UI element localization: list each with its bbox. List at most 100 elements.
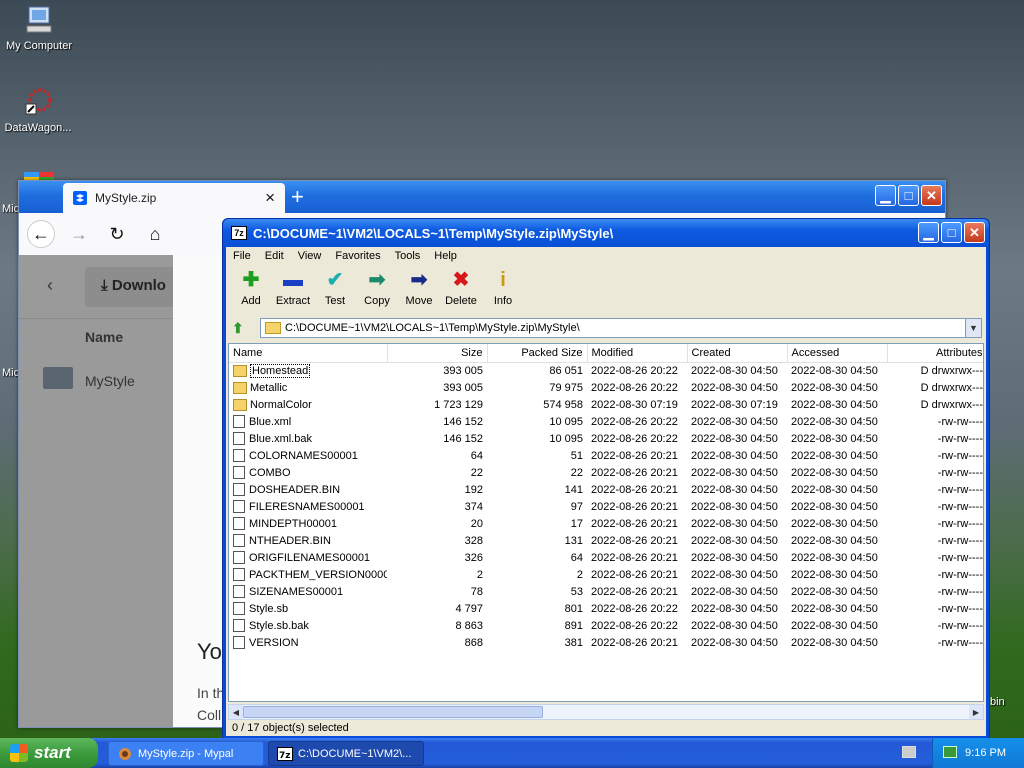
up-folder-icon[interactable]: ⬆ (232, 320, 250, 337)
table-row[interactable]: Homestead 393 005 86 051 2022-08-26 20:22 20… (229, 362, 983, 379)
toolbar-button-add[interactable]: ✚ Add (230, 265, 272, 317)
cell-packed: 891 (564, 619, 583, 632)
table-row[interactable]: NormalColor 1 723 129 574 958 2022-08-30 07… (229, 396, 983, 413)
cell-packed: 64 (570, 551, 583, 564)
close-button[interactable]: ✕ (921, 185, 942, 206)
cell-name: Homestead (229, 362, 387, 379)
toolbar-button-extract[interactable]: ▬ Extract (272, 265, 314, 317)
table-row[interactable]: Blue.xml.bak 146 152 10 095 2022-08-26 20:2… (229, 430, 983, 447)
start-button[interactable]: start (0, 738, 98, 768)
reload-icon[interactable]: ↻ (103, 220, 131, 248)
table-row[interactable]: COLORNAMES00001 64 51 2022-08-26 20:21 2022-… (229, 447, 983, 464)
scrollbar-thumb[interactable] (243, 706, 543, 718)
cell-modified: 2022-08-26 20:22 (591, 381, 678, 394)
forward-arrow-icon[interactable]: → (65, 220, 93, 248)
taskbar-button-7zip[interactable]: 7z C:\DOCUME~1\VM2\... (268, 741, 424, 766)
column-header-packed-size[interactable]: Packed Size (487, 344, 588, 363)
menu-tools[interactable]: Tools (388, 250, 428, 262)
column-header-size[interactable]: Size (387, 344, 488, 363)
network-icon[interactable] (943, 746, 957, 758)
cell-created: 2022-08-30 04:50 (691, 517, 778, 530)
7zip-window[interactable]: 7z C:\DOCUME~1\VM2\LOCALS~1\Temp\MyStyle… (222, 218, 990, 740)
cell-accessed: 2022-08-30 04:50 (791, 585, 878, 598)
desktop-icon-my-computer[interactable]: My Computer (2, 4, 76, 52)
address-bar[interactable]: C:\DOCUME~1\VM2\LOCALS~1\Temp\MyStyle.zi… (260, 318, 982, 338)
file-list[interactable]: Name Size Packed Size Modified Created A… (228, 343, 984, 702)
table-row[interactable]: SIZENAMES00001 78 53 2022-08-26 20:21 2022-0… (229, 583, 983, 600)
minimize-button[interactable]: ▁ (918, 222, 939, 243)
menu-file[interactable]: File (226, 250, 258, 262)
table-row[interactable]: COMBO 22 22 2022-08-26 20:21 2022-08-30 04:5… (229, 464, 983, 481)
table-row[interactable]: NTHEADER.BIN 328 131 2022-08-26 20:21 2022-0… (229, 532, 983, 549)
toolbar-button-test[interactable]: ✔ Test (314, 265, 356, 317)
file-name: Blue.xml (249, 415, 292, 428)
close-button[interactable]: ✕ (964, 222, 985, 243)
desktop-icon-label: DataWagon... (4, 122, 72, 134)
table-row[interactable]: Metallic 393 005 79 975 2022-08-26 20:22 202… (229, 379, 983, 396)
table-row[interactable]: Blue.xml 146 152 10 095 2022-08-26 20:22 202… (229, 413, 983, 430)
cell-modified: 2022-08-26 20:22 (591, 619, 678, 632)
menu-view[interactable]: View (291, 250, 329, 262)
column-header-modified[interactable]: Modified (587, 344, 688, 363)
browser-titlebar[interactable]: MyStyle.zip × + ▁ □ ✕ (19, 181, 945, 213)
maximize-button[interactable]: □ (898, 185, 919, 206)
toolbar-button-copy[interactable]: ➡ Copy (356, 265, 398, 317)
back-arrow-icon[interactable]: ← (27, 220, 55, 248)
maximize-button[interactable]: □ (941, 222, 962, 243)
toolbar-button-move[interactable]: ➡ Move (398, 265, 440, 317)
keyboard-icon[interactable] (902, 746, 916, 758)
menu-favorites[interactable]: Favorites (328, 250, 387, 262)
cell-modified: 2022-08-26 20:21 (591, 636, 678, 649)
cell-packed: 79 975 (549, 381, 583, 394)
cell-size: 192 (464, 483, 483, 496)
taskbar-button-browser[interactable]: MyStyle.zip - Mypal (108, 741, 264, 766)
home-icon[interactable]: ⌂ (141, 220, 169, 248)
table-row[interactable]: PACKTHEM_VERSION00001 2 2 2022-08-26 20:21 2… (229, 566, 983, 583)
clock[interactable]: 9:16 PM (965, 747, 1006, 759)
chevron-left-icon[interactable]: ‹ (47, 275, 53, 296)
table-row[interactable]: FILERESNAMES00001 374 97 2022-08-26 20:21 20… (229, 498, 983, 515)
minimize-button[interactable]: ▁ (875, 185, 896, 206)
browser-tab[interactable]: MyStyle.zip × (63, 183, 285, 213)
toolbar-button-label: Test (324, 295, 346, 307)
column-header-attributes[interactable]: Attributes (887, 344, 983, 363)
cell-packed: 97 (570, 500, 583, 513)
desktop-icon-datawagon[interactable]: DataWagon... (1, 86, 75, 134)
table-row[interactable]: DOSHEADER.BIN 192 141 2022-08-26 20:21 2022-… (229, 481, 983, 498)
table-row[interactable]: Style.sb 4 797 801 2022-08-26 20:22 2022-08-… (229, 600, 983, 617)
column-header-accessed[interactable]: Accessed (787, 344, 888, 363)
cell-attr: -rw-rw---- (937, 619, 983, 632)
scroll-left-icon[interactable]: ◀ (229, 705, 243, 719)
cell-size: 146 152 (443, 432, 483, 445)
cell-attr: D drwxrwx--- (920, 381, 983, 394)
folder-name[interactable]: MyStyle (85, 373, 135, 389)
menu-edit[interactable]: Edit (258, 250, 291, 262)
address-row: ⬆ C:\DOCUME~1\VM2\LOCALS~1\Temp\MyStyle.… (226, 317, 986, 339)
new-tab-button[interactable]: + (291, 184, 304, 210)
cell-created: 2022-08-30 04:50 (691, 381, 778, 394)
cell-modified: 2022-08-26 20:22 (591, 364, 678, 377)
table-row[interactable]: Style.sb.bak 8 863 891 2022-08-26 20:22 2022… (229, 617, 983, 634)
menu-help[interactable]: Help (427, 250, 464, 262)
file-name: NTHEADER.BIN (249, 534, 331, 547)
7zip-titlebar[interactable]: 7z C:\DOCUME~1\VM2\LOCALS~1\Temp\MyStyle… (223, 219, 989, 247)
toolbar-button-label: Info (493, 295, 513, 307)
download-button[interactable]: ⤓ Downlo (85, 267, 185, 307)
horizontal-scrollbar[interactable]: ◀ ▶ (228, 704, 984, 720)
taskbar: start MyStyle.zip - Mypal 7z C:\DOCUME~1… (0, 738, 1024, 768)
toolbar-button-delete[interactable]: ✖ Delete (440, 265, 482, 317)
table-row[interactable]: MINDEPTH00001 20 17 2022-08-26 20:21 2022-08… (229, 515, 983, 532)
table-row[interactable]: VERSION 868 381 2022-08-26 20:21 2022-08-30 … (229, 634, 983, 651)
toolbar-button-info[interactable]: i Info (482, 265, 524, 317)
table-row[interactable]: ORIGFILENAMES00001 326 64 2022-08-26 20:21 2… (229, 549, 983, 566)
file-name: PACKTHEM_VERSION00001 (249, 568, 387, 581)
close-tab-icon[interactable]: × (265, 188, 275, 208)
computer-icon (23, 4, 55, 36)
column-header-name[interactable]: Name (229, 344, 388, 363)
chevron-down-icon[interactable]: ▼ (965, 319, 981, 337)
name-column-header[interactable]: Name (85, 329, 123, 345)
column-header-created[interactable]: Created (687, 344, 788, 363)
scroll-right-icon[interactable]: ▶ (969, 705, 983, 719)
file-icon (233, 449, 245, 462)
file-icon (233, 466, 245, 479)
